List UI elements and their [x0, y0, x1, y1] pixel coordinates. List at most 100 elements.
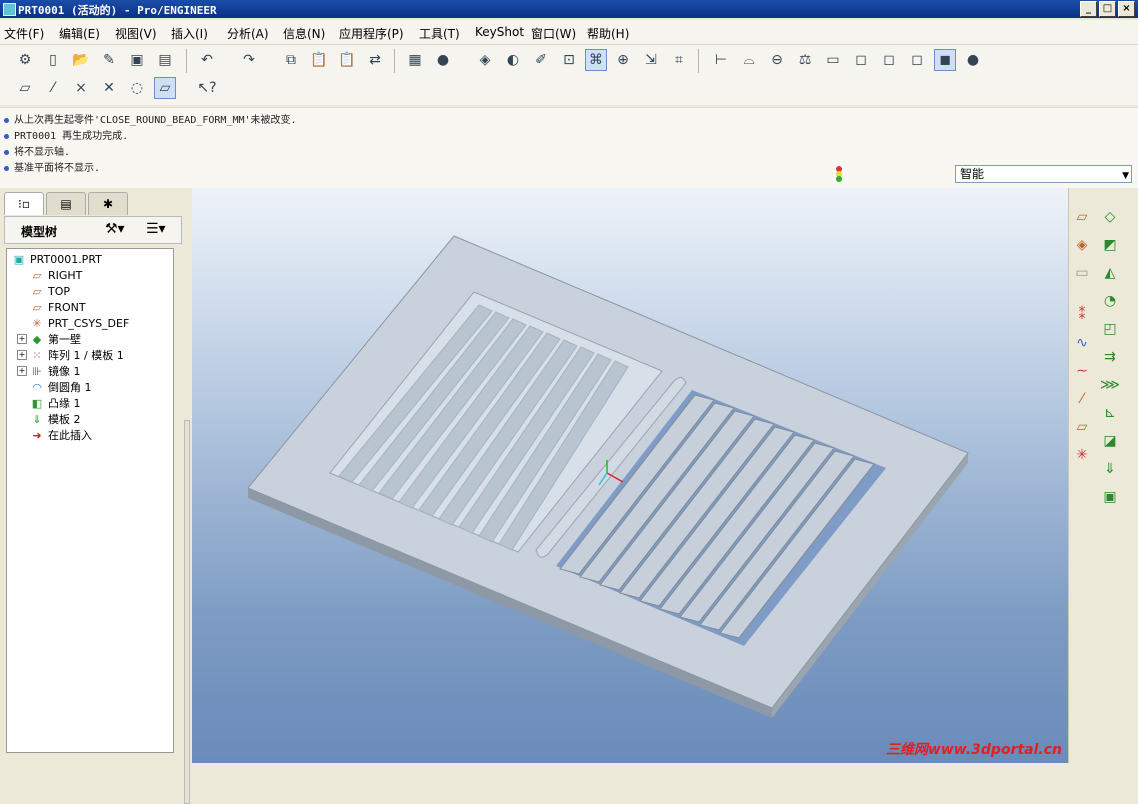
- save-icon[interactable]: ▣: [126, 49, 148, 71]
- model-view[interactable]: [192, 188, 1068, 763]
- spin-center-icon[interactable]: ⌘: [585, 49, 607, 71]
- datum-display-toggle-icon[interactable]: ▱: [154, 77, 176, 99]
- flatten-tool-icon[interactable]: ⇓: [1099, 458, 1121, 480]
- tree-item-front[interactable]: ▱ FRONT: [29, 299, 86, 315]
- tab-model-tree[interactable]: ⁝▫: [4, 192, 44, 215]
- panel-sash[interactable]: [184, 420, 190, 804]
- datum-axis-tool-icon[interactable]: ⁄: [1071, 388, 1093, 410]
- menu-keyshot[interactable]: KeyShot: [475, 25, 524, 39]
- zoom-fit-icon[interactable]: ⊡: [558, 49, 580, 71]
- datum-point-display-icon[interactable]: ×: [70, 77, 92, 99]
- message-line: 基准平面将不显示.: [4, 159, 100, 174]
- paste-special-icon[interactable]: 📋: [336, 49, 358, 71]
- toolbar-separator: [394, 49, 395, 73]
- expand-icon[interactable]: +: [17, 366, 27, 376]
- menu-analysis[interactable]: 分析(A): [227, 25, 269, 42]
- unbend-tool-icon[interactable]: ⇉: [1099, 346, 1121, 368]
- save-copy-icon[interactable]: ▤: [154, 49, 176, 71]
- tree-item-form[interactable]: ⇓ 模板 2: [29, 411, 80, 427]
- saved-views-icon[interactable]: ◈: [474, 49, 496, 71]
- tree-item-top[interactable]: ▱ TOP: [29, 283, 70, 299]
- menu-file[interactable]: 文件(F): [4, 25, 44, 42]
- measure-icon[interactable]: ⊢: [710, 49, 732, 71]
- tree-item-first-wall[interactable]: + ◆ 第一壁: [17, 331, 81, 347]
- tree-item-round[interactable]: ◠ 倒圆角 1: [29, 379, 91, 395]
- area-icon[interactable]: ⌓: [738, 49, 760, 71]
- minimize-button[interactable]: _: [1080, 1, 1097, 17]
- mass-properties-icon[interactable]: ⚖: [794, 49, 816, 71]
- curve-tool-icon[interactable]: ∿: [1071, 332, 1093, 354]
- revolve-tool-icon[interactable]: ◔: [1099, 290, 1121, 312]
- traffic-light-icon[interactable]: [834, 165, 844, 183]
- maximize-button[interactable]: □: [1099, 1, 1116, 17]
- no-hidden-icon[interactable]: ◻: [906, 49, 928, 71]
- menu-help[interactable]: 帮助(H): [587, 25, 629, 42]
- flange-wall-tool-icon[interactable]: ◩: [1099, 234, 1121, 256]
- regenerate-icon[interactable]: ⇄: [364, 49, 386, 71]
- menu-edit[interactable]: 编辑(E): [59, 25, 100, 42]
- selection-filter-select[interactable]: 智能 ▼: [955, 165, 1132, 183]
- close-button[interactable]: ×: [1118, 1, 1135, 17]
- datum-tools-icon[interactable]: ◈: [1071, 234, 1093, 256]
- menu-view[interactable]: 视图(V): [115, 25, 157, 42]
- extrude-tool-icon[interactable]: ◭: [1099, 262, 1121, 284]
- plane-tool-icon[interactable]: ▱: [1071, 416, 1093, 438]
- wireframe-icon[interactable]: ◻: [850, 49, 872, 71]
- menu-window[interactable]: 窗口(W): [531, 25, 576, 42]
- datum-plane-display-icon[interactable]: ▱: [14, 77, 36, 99]
- tree-item-right[interactable]: ▱ RIGHT: [29, 267, 83, 283]
- tree-settings-icon[interactable]: ⚒▾: [105, 221, 125, 237]
- convert-tool-icon[interactable]: ▣: [1099, 486, 1121, 508]
- datum-axis-display-icon[interactable]: ⁄: [42, 77, 64, 99]
- datum-point-tool-icon[interactable]: ⁑: [1071, 304, 1093, 326]
- context-help-icon[interactable]: ↖?: [196, 77, 218, 99]
- tree-item-insert-here[interactable]: ➜ 在此插入: [29, 427, 92, 443]
- shading-icon[interactable]: ◼: [934, 49, 956, 71]
- sketch-tool-icon[interactable]: ▭: [1071, 262, 1093, 284]
- redo-icon[interactable]: ↷: [238, 49, 260, 71]
- undo-icon[interactable]: ↶: [196, 49, 218, 71]
- tree-item-root[interactable]: ▣ PRT0001.PRT: [11, 251, 102, 267]
- tree-item-pattern[interactable]: + ⁙ 阵列 1 / 模板 1: [17, 347, 124, 363]
- repaint-icon[interactable]: ▦: [404, 49, 426, 71]
- view-manager-icon[interactable]: ◐: [502, 49, 524, 71]
- brush-icon[interactable]: ✎: [98, 49, 120, 71]
- menu-applications[interactable]: 应用程序(P): [339, 25, 404, 42]
- orient-icon[interactable]: ✐: [530, 49, 552, 71]
- tree-item-flange[interactable]: ◧ 凸缘 1: [29, 395, 81, 411]
- flat-wall-tool-icon[interactable]: ◇: [1099, 206, 1121, 228]
- corner-relief-icon[interactable]: ⊾: [1099, 402, 1121, 424]
- datum-plane-tool-icon[interactable]: ▱: [1071, 206, 1093, 228]
- zoom-in-icon[interactable]: ⊕: [612, 49, 634, 71]
- graphics-window[interactable]: 三维网www.3dportal.cn: [192, 188, 1068, 763]
- paste-icon[interactable]: 📋: [308, 49, 330, 71]
- form-tool-icon[interactable]: ◪: [1099, 430, 1121, 452]
- menu-tools[interactable]: 工具(T): [419, 25, 460, 42]
- diameter-icon[interactable]: ⊖: [766, 49, 788, 71]
- bend-back-tool-icon[interactable]: ⋙: [1099, 374, 1121, 396]
- open-folder-icon[interactable]: 📂: [70, 49, 92, 71]
- tree-item-csys[interactable]: ✳ PRT_CSYS_DEF: [29, 315, 129, 331]
- tree-item-mirror[interactable]: + ⊪ 镜像 1: [17, 363, 81, 379]
- render-icon[interactable]: ●: [962, 49, 984, 71]
- annotation-icon[interactable]: ⌗: [668, 49, 690, 71]
- copy-icon[interactable]: ⧉: [280, 49, 302, 71]
- tab-folder-browser[interactable]: ▤: [46, 192, 86, 215]
- tree-columns-icon[interactable]: ☰▾: [146, 221, 166, 237]
- sketched-curve-icon[interactable]: ∼: [1071, 360, 1093, 382]
- menu-info[interactable]: 信息(N): [283, 25, 325, 42]
- expand-icon[interactable]: +: [17, 350, 27, 360]
- menu-insert[interactable]: 插入(I): [171, 25, 208, 42]
- new-file-icon[interactable]: ▯: [42, 49, 64, 71]
- bend-tool-icon[interactable]: ◰: [1099, 318, 1121, 340]
- annotation-display-icon[interactable]: ◌: [126, 77, 148, 99]
- shading-sphere-icon[interactable]: ●: [432, 49, 454, 71]
- hidden-icon[interactable]: ◻: [878, 49, 900, 71]
- csys-display-icon[interactable]: ✕: [98, 77, 120, 99]
- tab-favorites[interactable]: ✱: [88, 192, 128, 215]
- refit-icon[interactable]: ⇲: [640, 49, 662, 71]
- new-session-icon[interactable]: ⚙: [14, 49, 36, 71]
- expand-icon[interactable]: +: [17, 334, 27, 344]
- csys-tool-icon[interactable]: ✳: [1071, 444, 1093, 466]
- hidden-line-icon[interactable]: ▭: [822, 49, 844, 71]
